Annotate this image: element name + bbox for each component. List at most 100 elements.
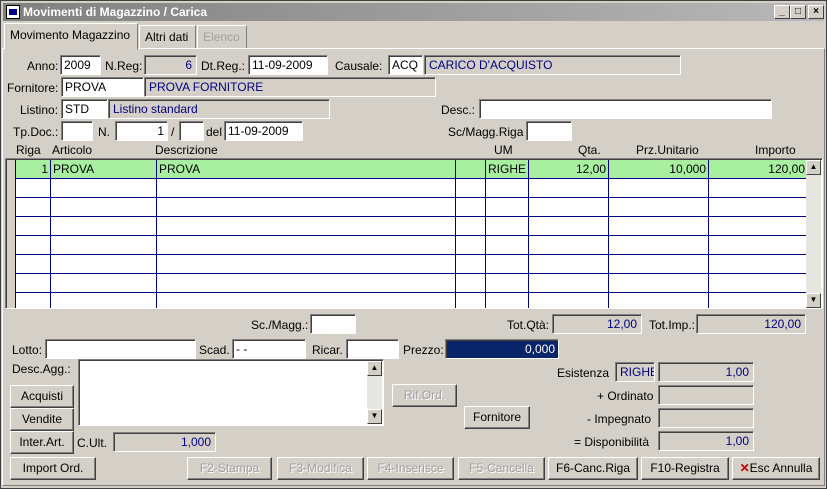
scmagg-riga-field[interactable] — [526, 121, 572, 141]
grid-cell[interactable] — [609, 274, 709, 293]
grid-cell[interactable] — [157, 274, 456, 293]
table-row-empty[interactable] — [7, 274, 809, 293]
table-row-empty[interactable] — [7, 179, 809, 198]
grid-cell[interactable] — [609, 179, 709, 198]
grid-cell[interactable] — [529, 179, 609, 198]
riford-button[interactable]: Rif.Ord. — [392, 384, 457, 407]
causale-code-field[interactable]: ACQ — [388, 55, 423, 75]
grid-cell[interactable] — [529, 274, 609, 293]
row-indicator[interactable] — [7, 274, 16, 293]
grid-cell[interactable] — [709, 179, 808, 198]
grid-cell[interactable] — [16, 236, 51, 255]
prezzo-field[interactable]: 0,000 — [445, 339, 559, 359]
row-indicator[interactable] — [7, 179, 16, 198]
grid-cell[interactable] — [456, 217, 486, 236]
dtreg-field[interactable]: 11-09-2009 — [248, 55, 328, 75]
vendite-button[interactable]: Vendite — [10, 408, 74, 431]
grid-cell[interactable] — [157, 255, 456, 274]
grid-cell[interactable] — [529, 198, 609, 217]
grid-cell[interactable] — [709, 274, 808, 293]
grid-cell[interactable] — [456, 255, 486, 274]
grid-cell[interactable] — [609, 236, 709, 255]
f5-cancella-button[interactable]: F5-Cancella — [458, 457, 545, 480]
descagg-scroll-down-icon[interactable]: ▼ — [367, 409, 382, 424]
fornitore-button[interactable]: Fornitore — [464, 406, 530, 429]
table-row-empty[interactable] — [7, 217, 809, 236]
grid-cell[interactable] — [486, 198, 529, 217]
scroll-down-icon[interactable]: ▼ — [806, 293, 821, 308]
grid-cell[interactable] — [51, 255, 157, 274]
grid-cell[interactable] — [486, 217, 529, 236]
descagg-scroll-up-icon[interactable]: ▲ — [367, 361, 382, 376]
grid-cell[interactable] — [157, 179, 456, 198]
grid-cell[interactable] — [486, 236, 529, 255]
grid-cell[interactable] — [51, 274, 157, 293]
n-field[interactable]: 1 — [115, 121, 168, 141]
grid-cell[interactable] — [529, 255, 609, 274]
grid-cell[interactable] — [486, 274, 529, 293]
grid-scrollbar[interactable]: ▲ ▼ — [806, 160, 821, 308]
righe-grid[interactable]: 1 PROVA PROVA RIGHE 12,00 10,000 120,00 … — [5, 158, 823, 309]
cell-qta[interactable]: 12,00 — [529, 160, 609, 179]
import-ord-button[interactable]: Import Ord. — [10, 457, 96, 480]
grid-cell[interactable] — [16, 217, 51, 236]
tab-elenco[interactable]: Elenco — [197, 25, 247, 49]
grid-cell[interactable] — [486, 255, 529, 274]
row-indicator[interactable] — [7, 255, 16, 274]
del-date-field[interactable]: 11-09-2009 — [224, 121, 303, 141]
minimize-button[interactable]: _ — [774, 5, 790, 19]
f2-stampa-button[interactable]: F2-Stampa — [187, 457, 272, 480]
table-row-empty[interactable] — [7, 293, 809, 308]
grid-cell[interactable] — [709, 255, 808, 274]
grid-cell[interactable] — [709, 217, 808, 236]
interart-button[interactable]: Inter.Art. — [10, 431, 74, 454]
scad-field[interactable]: - - — [232, 339, 306, 359]
grid-cell[interactable] — [51, 179, 157, 198]
table-row-empty[interactable] — [7, 255, 809, 274]
grid-cell[interactable] — [486, 179, 529, 198]
fornitore-code-field[interactable]: PROVA — [61, 77, 144, 97]
grid-cell[interactable] — [529, 217, 609, 236]
f4-inserisce-button[interactable]: F4-Inserisce — [367, 457, 454, 480]
tab-movimento-magazzino[interactable]: Movimento Magazzino — [4, 23, 138, 50]
row-indicator[interactable] — [7, 217, 16, 236]
grid-cell[interactable] — [16, 274, 51, 293]
grid-cell[interactable] — [456, 293, 486, 308]
grid-cell[interactable] — [709, 198, 808, 217]
grid-cell[interactable] — [157, 236, 456, 255]
grid-cell[interactable] — [16, 255, 51, 274]
descagg-textarea[interactable]: ▲ ▼ — [78, 359, 384, 426]
f6-canc-riga-button[interactable]: F6-Canc.Riga — [548, 457, 638, 480]
grid-cell[interactable] — [157, 217, 456, 236]
grid-cell[interactable] — [609, 293, 709, 308]
tab-altri-dati[interactable]: Altri dati — [139, 25, 196, 49]
grid-cell[interactable] — [16, 293, 51, 308]
grid-cell[interactable] — [486, 293, 529, 308]
grid-cell[interactable] — [609, 255, 709, 274]
acquisti-button[interactable]: Acquisti — [10, 385, 74, 408]
row-indicator[interactable] — [7, 293, 16, 308]
row-indicator[interactable] — [7, 198, 16, 217]
table-row-empty[interactable] — [7, 198, 809, 217]
close-button[interactable]: × — [808, 5, 824, 19]
cell-prezzo[interactable]: 10,000 — [609, 160, 709, 179]
esc-annulla-button[interactable]: ✕Esc Annulla — [732, 457, 820, 480]
scroll-up-icon[interactable]: ▲ — [806, 160, 821, 175]
ricar-field[interactable] — [346, 339, 399, 359]
row-indicator[interactable] — [7, 236, 16, 255]
grid-cell[interactable] — [51, 198, 157, 217]
maximize-button[interactable]: □ — [790, 5, 806, 19]
anno-field[interactable]: 2009 — [60, 55, 101, 75]
f10-registra-button[interactable]: F10-Registra — [641, 457, 729, 480]
grid-cell[interactable] — [529, 236, 609, 255]
desc-field[interactable] — [479, 99, 772, 119]
grid-cell[interactable] — [529, 293, 609, 308]
cell-riga[interactable]: 1 — [16, 160, 51, 179]
f3-modifica-button[interactable]: F3-Modifica — [277, 457, 364, 480]
grid-cell[interactable] — [456, 198, 486, 217]
grid-cell[interactable] — [709, 236, 808, 255]
grid-cell[interactable] — [456, 274, 486, 293]
cell-descrizione[interactable]: PROVA — [157, 160, 456, 179]
descagg-scrollbar[interactable]: ▲ ▼ — [367, 361, 382, 424]
cell-importo[interactable]: 120,00 — [709, 160, 808, 179]
